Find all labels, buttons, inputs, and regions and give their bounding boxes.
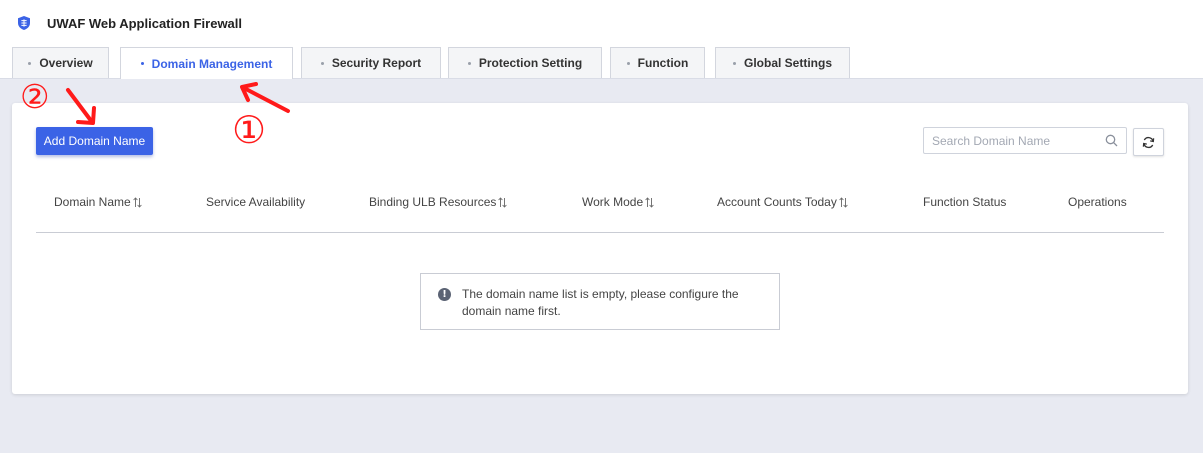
tab-dot [732, 61, 736, 65]
tab-label: Security Report [331, 56, 422, 70]
tab-domain-management[interactable]: Domain Management [120, 47, 293, 79]
tab-dot [320, 61, 324, 65]
tab-function[interactable]: Function [610, 47, 705, 78]
tab-dot [140, 62, 144, 65]
tab-label: Domain Management [151, 56, 273, 71]
app-header: UWAF Web Application Firewall [18, 14, 242, 32]
column-domain-name[interactable]: Domain Name [54, 195, 142, 209]
column-work-mode[interactable]: Work Mode [582, 195, 654, 209]
empty-state-text: The domain name list is empty, please co… [462, 287, 739, 318]
column-service-availability: Service Availability [206, 195, 305, 209]
column-label: Service Availability [206, 195, 306, 209]
tab-dot [467, 61, 471, 65]
column-account-counts-today[interactable]: Account Counts Today [717, 195, 848, 209]
sort-icon[interactable] [645, 196, 654, 208]
tab-global-settings[interactable]: Global Settings [715, 47, 850, 78]
annotation-marker-2: ② [20, 77, 50, 116]
search-icon[interactable] [1105, 134, 1118, 147]
column-label: Operations [1068, 195, 1127, 209]
domain-list-panel: Add Domain Name Domain Name Service Avai… [12, 103, 1188, 394]
search-box [923, 127, 1127, 154]
tab-protection-setting[interactable]: Protection Setting [448, 47, 602, 78]
refresh-icon [1142, 136, 1155, 148]
column-function-status: Function Status [923, 195, 1006, 209]
sort-icon[interactable] [132, 196, 142, 208]
search-input[interactable] [924, 128, 1099, 153]
sort-icon[interactable] [498, 196, 508, 208]
table-header: Domain Name Service Availability Binding… [36, 187, 1164, 233]
tab-label: Global Settings [743, 56, 832, 70]
tab-security-report[interactable]: Security Report [301, 47, 441, 78]
column-binding-ulb-resources[interactable]: Binding ULB Resources [369, 195, 508, 209]
annotation-marker-1: ① [232, 108, 267, 152]
info-icon: ! [438, 288, 451, 301]
column-label: Account Counts Today [717, 195, 837, 209]
app-title: UWAF Web Application Firewall [47, 15, 243, 31]
column-operations: Operations [1068, 195, 1127, 209]
column-label: Work Mode [582, 195, 644, 209]
tab-dot [28, 61, 32, 65]
shield-icon [18, 16, 30, 30]
sort-icon[interactable] [839, 196, 848, 208]
column-label: Domain Name [54, 195, 131, 209]
tab-dot [626, 61, 630, 65]
top-bar: UWAF Web Application Firewall Overview D… [0, 0, 1203, 79]
tab-overview[interactable]: Overview [12, 47, 109, 78]
add-domain-button[interactable]: Add Domain Name [36, 127, 153, 155]
column-label: Binding ULB Resources [369, 195, 497, 209]
annotation-arrow-1 [240, 82, 290, 113]
annotation-arrow-2 [66, 88, 96, 125]
tab-label: Function [637, 56, 689, 70]
tab-label: Overview [39, 56, 93, 70]
tab-label: Protection Setting [478, 56, 583, 70]
column-label: Function Status [923, 195, 1007, 209]
refresh-button[interactable] [1133, 128, 1164, 156]
empty-state-message: ! The domain name list is empty, please … [420, 273, 780, 330]
